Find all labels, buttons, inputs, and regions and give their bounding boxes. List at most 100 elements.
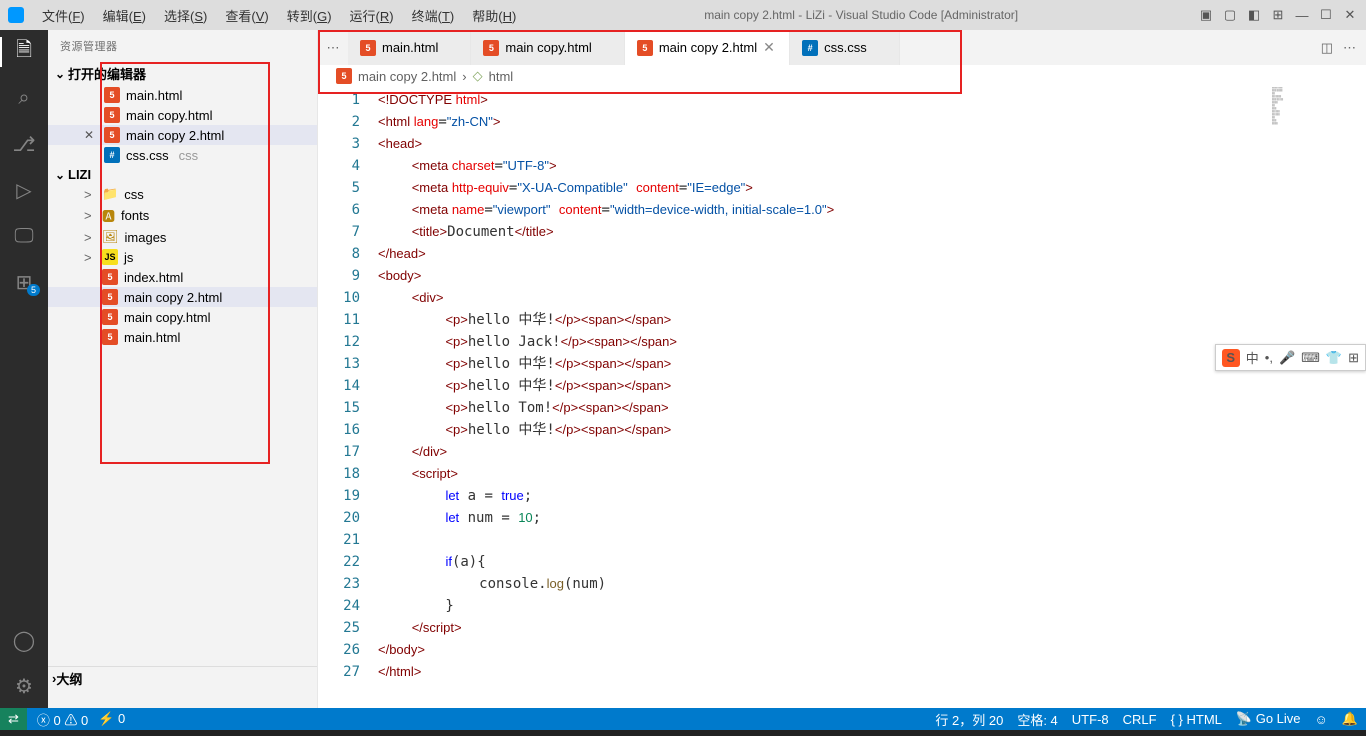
- close-icon[interactable]: ✕: [763, 39, 777, 56]
- editor-group: ⋯ 5main.html5main copy.html5main copy 2.…: [318, 30, 1366, 708]
- chevron-right-icon: >: [84, 187, 96, 202]
- outline-section[interactable]: › 大纲: [48, 666, 317, 690]
- window-title: main copy 2.html - LiZi - Visual Studio …: [524, 8, 1198, 22]
- html-file-icon: 5: [102, 269, 118, 285]
- tab-overflow-icon[interactable]: ⋯: [318, 30, 348, 65]
- layout-icon[interactable]: ▣: [1198, 7, 1214, 23]
- tab[interactable]: 5main copy 2.html✕: [625, 30, 790, 65]
- settings-gear-icon[interactable]: ⚙: [12, 674, 36, 698]
- html-file-icon: 5: [102, 309, 118, 325]
- ime-toolbox-icon[interactable]: ⊞: [1348, 350, 1359, 366]
- port-indicator[interactable]: ⚡ 0: [98, 711, 125, 727]
- feedback-icon[interactable]: ☺: [1315, 712, 1328, 727]
- more-actions-icon[interactable]: ⋯: [1343, 40, 1356, 56]
- js-folder-icon: JS: [102, 249, 118, 265]
- menu-h[interactable]: 帮助(H): [464, 3, 524, 28]
- tree-item[interactable]: >🅰fonts: [48, 204, 317, 227]
- chevron-right-icon: >: [84, 230, 96, 245]
- html-file-icon: 5: [336, 68, 352, 84]
- html-file-icon: 5: [104, 107, 120, 123]
- sidebar-icon[interactable]: ◧: [1246, 7, 1262, 23]
- menu-v[interactable]: 查看(V): [217, 3, 276, 28]
- menu-t[interactable]: 终端(T): [404, 3, 463, 28]
- encoding[interactable]: UTF-8: [1072, 712, 1109, 727]
- tree-item[interactable]: >JSjs: [48, 247, 317, 267]
- minimize-button[interactable]: —: [1294, 8, 1310, 23]
- customize-icon[interactable]: ⊞: [1270, 7, 1286, 23]
- close-icon[interactable]: ✕: [84, 128, 98, 142]
- close-button[interactable]: ✕: [1342, 7, 1358, 23]
- html-file-icon: 5: [483, 40, 499, 56]
- maximize-button[interactable]: ☐: [1318, 7, 1334, 23]
- chevron-right-icon: >: [84, 208, 96, 223]
- ime-punct-icon[interactable]: •,: [1265, 350, 1273, 365]
- vscode-icon: [8, 7, 24, 23]
- source-control-icon[interactable]: ⎇: [12, 132, 36, 156]
- cursor-position[interactable]: 行 2，列 20: [935, 710, 1003, 729]
- ime-language[interactable]: 中: [1246, 348, 1259, 367]
- tab[interactable]: #css.css: [790, 30, 900, 65]
- tree-item[interactable]: 5main.html: [48, 327, 317, 347]
- tab[interactable]: 5main.html: [348, 30, 471, 65]
- chevron-right-icon: ›: [462, 69, 466, 84]
- title-bar: 文件(F)编辑(E)选择(S)查看(V)转到(G)运行(R)终端(T)帮助(H)…: [0, 0, 1366, 30]
- extensions-badge: 5: [27, 284, 40, 296]
- language-mode[interactable]: { } HTML: [1171, 712, 1222, 727]
- errors-indicator[interactable]: ⓧ 0 ⚠ 0: [37, 710, 88, 729]
- tree-item[interactable]: >📁css: [48, 184, 317, 204]
- menu-s[interactable]: 选择(S): [156, 3, 215, 28]
- fonts-folder-icon: 🅰: [102, 206, 115, 225]
- code-editor[interactable]: 1234567891011121314151617181920212223242…: [318, 87, 1366, 708]
- menu-f[interactable]: 文件(F): [34, 3, 93, 28]
- open-editor-item[interactable]: 5main copy.html: [48, 105, 317, 125]
- html-file-icon: 5: [102, 289, 118, 305]
- title-controls: ▣ ▢ ◧ ⊞ — ☐ ✕: [1198, 7, 1358, 23]
- tree-item[interactable]: >🖼images: [48, 227, 317, 247]
- project-section[interactable]: ⌄ LIZI: [48, 165, 317, 184]
- open-editors-section[interactable]: ⌄ 打开的编辑器: [48, 62, 317, 85]
- ime-voice-icon[interactable]: 🎤: [1279, 350, 1295, 366]
- open-editor-item[interactable]: ✕5main copy 2.html: [48, 125, 317, 145]
- ime-skin-icon[interactable]: 👕: [1326, 350, 1342, 366]
- run-debug-icon[interactable]: ▷: [12, 178, 36, 202]
- indentation[interactable]: 空格: 4: [1017, 710, 1057, 729]
- html-file-icon: 5: [102, 329, 118, 345]
- menu-g[interactable]: 转到(G): [279, 3, 340, 28]
- status-bar: ⇄ ⓧ 0 ⚠ 0 ⚡ 0 行 2，列 20 空格: 4 UTF-8 CRLF …: [0, 708, 1366, 730]
- css-file-icon: #: [104, 147, 120, 163]
- menu-bar: 文件(F)编辑(E)选择(S)查看(V)转到(G)运行(R)终端(T)帮助(H): [34, 3, 524, 28]
- search-icon[interactable]: ⌕: [12, 86, 36, 110]
- explorer-icon[interactable]: 🗎: [12, 40, 36, 64]
- tree-item[interactable]: 5main copy.html: [48, 307, 317, 327]
- html-file-icon: 5: [360, 40, 376, 56]
- folder-icon: 📁: [102, 186, 118, 202]
- line-numbers: 1234567891011121314151617181920212223242…: [318, 87, 378, 708]
- tree-item[interactable]: 5main copy 2.html: [48, 287, 317, 307]
- split-editor-icon[interactable]: ◫: [1321, 40, 1333, 56]
- account-icon[interactable]: ◯: [12, 628, 36, 652]
- tab[interactable]: 5main copy.html: [471, 30, 624, 65]
- images-folder-icon: 🖼: [102, 229, 119, 245]
- breadcrumb[interactable]: 5 main copy 2.html › ◇ html: [318, 65, 1366, 87]
- chevron-down-icon: ⌄: [52, 168, 68, 182]
- remote-icon[interactable]: 🖵: [12, 224, 36, 248]
- panel-icon[interactable]: ▢: [1222, 7, 1238, 23]
- html-file-icon: 5: [637, 40, 653, 56]
- eol[interactable]: CRLF: [1123, 712, 1157, 727]
- tree-item[interactable]: 5index.html: [48, 267, 317, 287]
- open-editor-item[interactable]: #css.csscss: [48, 145, 317, 165]
- minimap[interactable]: ████ ██████ ████████ ███████ ██ ████████…: [1272, 87, 1352, 227]
- html-file-icon: 5: [104, 87, 120, 103]
- go-live[interactable]: 📡 Go Live: [1236, 711, 1301, 727]
- code-content[interactable]: <!DOCTYPE html> <html lang="zh-CN"> <hea…: [378, 87, 1366, 708]
- ime-toolbar[interactable]: S 中 •, 🎤 ⌨ 👕 ⊞: [1215, 344, 1366, 371]
- extensions-icon[interactable]: ⊞5: [12, 270, 36, 294]
- html-file-icon: 5: [104, 127, 120, 143]
- menu-e[interactable]: 编辑(E): [95, 3, 154, 28]
- notifications-icon[interactable]: 🔔: [1342, 711, 1358, 727]
- menu-r[interactable]: 运行(R): [342, 3, 402, 28]
- remote-indicator[interactable]: ⇄: [0, 708, 27, 730]
- activity-bar: 🗎 ⌕ ⎇ ▷ 🖵 ⊞5 ◯ ⚙: [0, 30, 48, 708]
- ime-keyboard-icon[interactable]: ⌨: [1301, 350, 1320, 366]
- open-editor-item[interactable]: 5main.html: [48, 85, 317, 105]
